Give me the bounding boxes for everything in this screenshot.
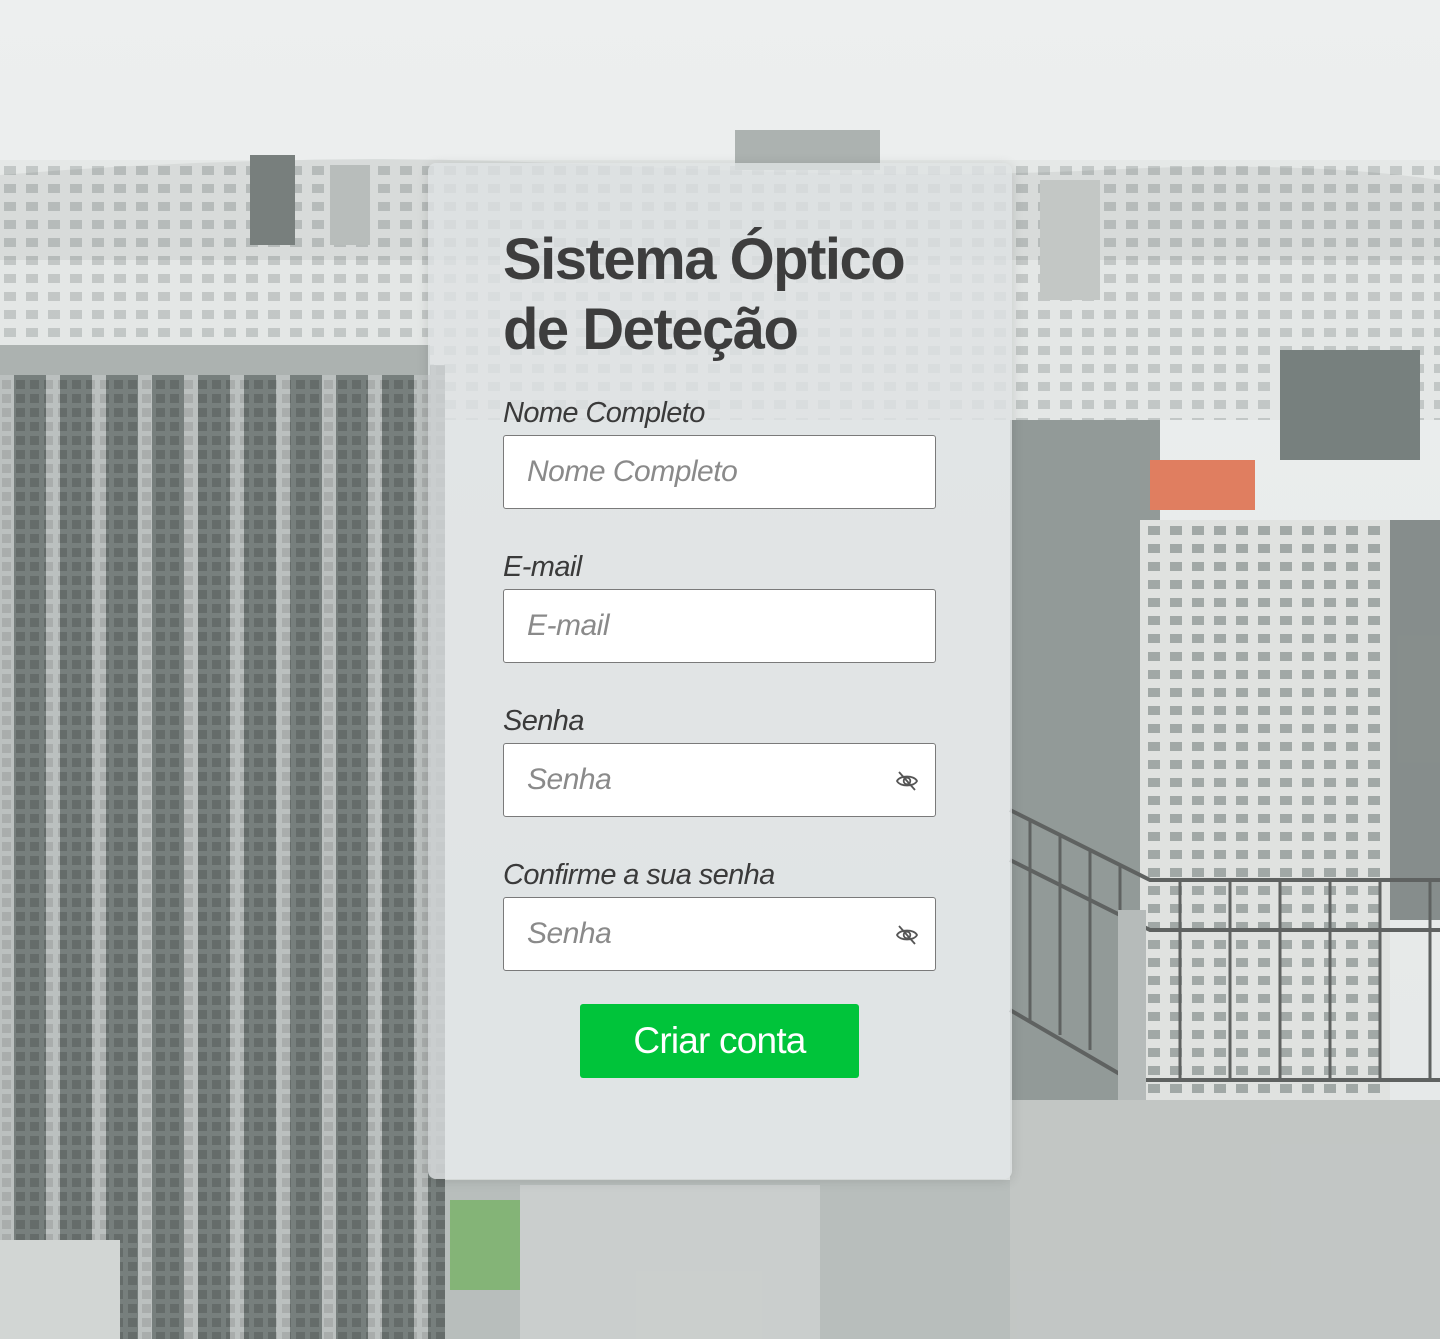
page-title: Sistema Óptico de Deteção [503,227,906,362]
email-field-group: E-mail [503,545,936,663]
signup-form: Sistema Óptico de Deteção Nome Completo … [503,225,936,1078]
confirm-password-label: Confirme a sua senha [503,859,775,891]
confirm-password-field-box [503,897,936,971]
confirm-password-field-group: Confirme a sua senha [503,853,936,971]
password-input[interactable] [504,744,935,816]
email-field-box [503,589,936,663]
email-label: E-mail [503,551,582,583]
eye-slash-icon[interactable] [895,924,919,946]
submit-row: Criar conta [503,1004,936,1078]
name-field-group: Nome Completo [503,391,936,509]
password-field-group: Senha [503,699,936,817]
name-label: Nome Completo [503,397,705,429]
email-input[interactable] [504,590,935,662]
confirm-password-input[interactable] [504,898,935,970]
name-field-box [503,435,936,509]
name-input[interactable] [504,436,935,508]
password-field-box [503,743,936,817]
signup-card: Sistema Óptico de Deteção Nome Completo … [428,163,1012,1179]
eye-slash-icon[interactable] [895,770,919,792]
password-label: Senha [503,705,584,737]
create-account-button[interactable]: Criar conta [580,1004,859,1078]
